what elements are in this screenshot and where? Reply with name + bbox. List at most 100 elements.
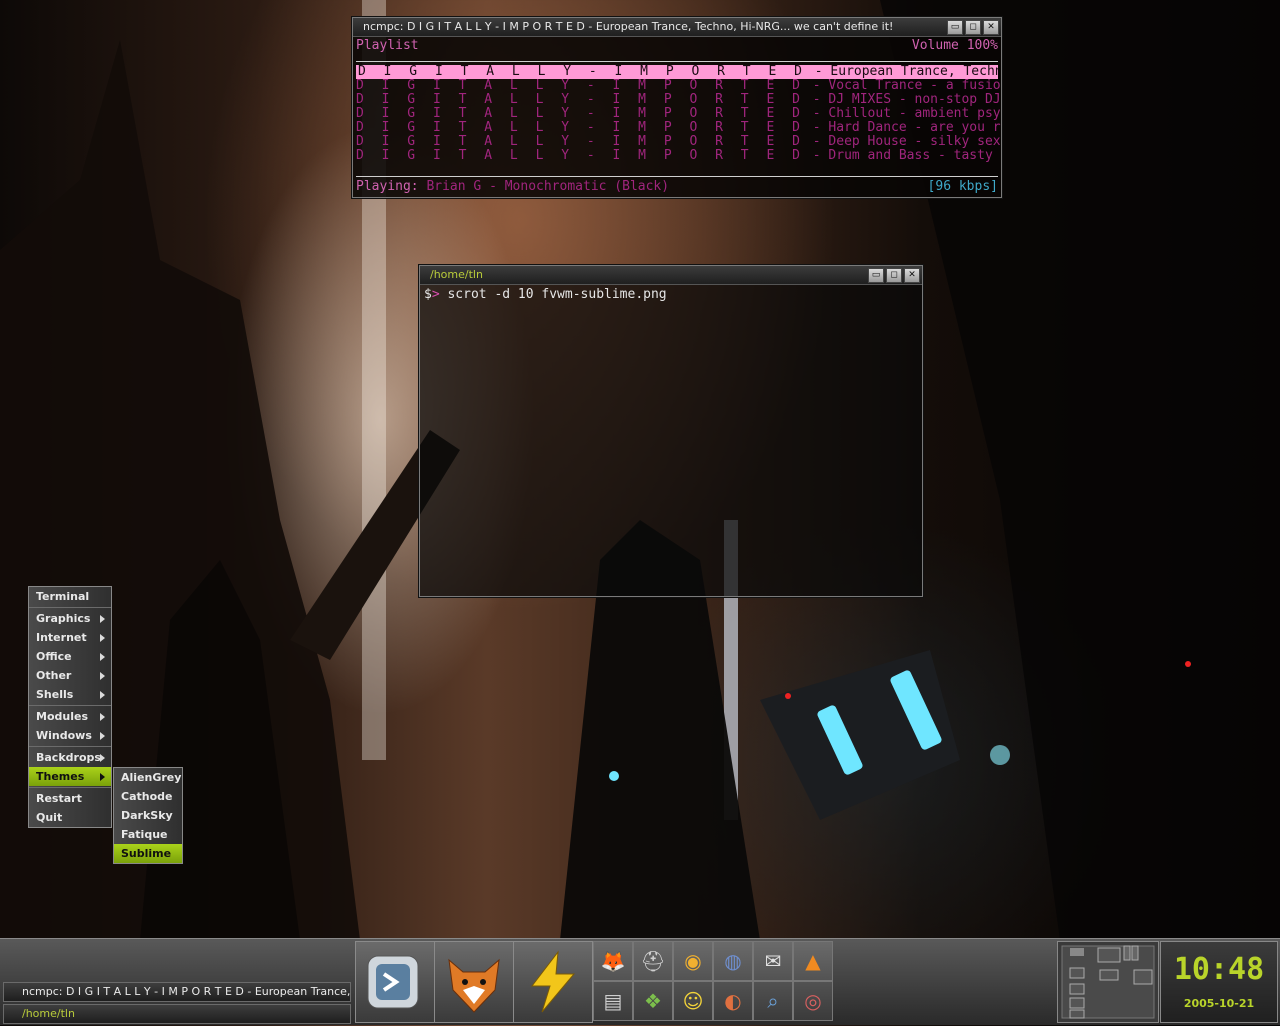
taskbar-item[interactable]: ncmpc: D I G I T A L L Y - I M P O R T E…: [3, 982, 351, 1002]
minimize-button[interactable]: ▭: [947, 20, 963, 35]
station-description: - European Trance, Techno, Hi-NRG... we …: [814, 65, 998, 79]
station-description: - Deep House - silky sexy deep house mus…: [812, 135, 1001, 149]
submenu-arrow-icon: [100, 773, 105, 781]
media-icon: ◉: [684, 949, 702, 973]
search-launcher[interactable]: ⌕: [753, 981, 793, 1021]
notes-launcher[interactable]: ▤: [593, 981, 633, 1021]
close-button[interactable]: ✕: [983, 20, 999, 35]
themes-submenu[interactable]: AlienGrey Cathode DarkSky Fatique Sublime: [113, 767, 183, 864]
audio-launcher[interactable]: ◐: [713, 981, 753, 1021]
terminal-titlebar[interactable]: /home/tln ▭ ◻ ✕: [420, 266, 922, 285]
menu-item-terminal[interactable]: Terminal: [29, 587, 111, 606]
station-description: - Drum and Bass - tasty assortment to sa…: [812, 149, 1001, 163]
minimize-button[interactable]: ▭: [868, 268, 884, 283]
station-name: D I G I T A L L Y - I M P O R T E D: [356, 135, 805, 149]
playlist-row[interactable]: D I G I T A L L Y - I M P O R T E D - De…: [353, 135, 1001, 149]
clock: 10:48 2005-10-21: [1160, 941, 1278, 1023]
terminal-content[interactable]: $> scrot -d 10 fvwm-sublime.png: [420, 285, 922, 304]
pager-map: [1061, 945, 1155, 1019]
firefox-launcher[interactable]: [434, 941, 514, 1023]
playlist-row[interactable]: D I G I T A L L Y - I M P O R T E D - Vo…: [353, 79, 1001, 93]
station-description: - Hard Dance - are you ready for this!: [812, 121, 1001, 135]
playing-track: Brian G - Monochromatic (Black): [426, 179, 670, 194]
station-description: - Chillout - ambient psy chillout, check…: [812, 107, 1001, 121]
menu-item-quit[interactable]: Quit: [29, 808, 111, 827]
menu-item-restart[interactable]: Restart: [29, 789, 111, 808]
station-name: D I G I T A L L Y - I M P O R T E D: [358, 65, 807, 79]
desktop-pager[interactable]: [1057, 941, 1159, 1023]
bitrate: [96 kbps]: [927, 179, 998, 194]
menu-item-modules[interactable]: Modules: [29, 707, 111, 726]
prompt-arrow: >: [431, 287, 440, 302]
submenu-arrow-icon: [100, 672, 105, 680]
menu-item-label: Backdrops: [36, 751, 101, 764]
submenu-arrow-icon: [100, 615, 105, 623]
lightning-launcher[interactable]: [513, 941, 593, 1023]
playlist-row[interactable]: D I G I T A L L Y - I M P O R T E D - Ch…: [353, 107, 1001, 121]
ncmpc-titlebar[interactable]: ncmpc: D I G I T A L L Y - I M P O R T E…: [353, 18, 1001, 37]
theme-item-aliengrey[interactable]: AlienGrey: [114, 768, 182, 787]
maximize-button[interactable]: ◻: [965, 20, 981, 35]
taskbar: ncmpc: D I G I T A L L Y - I M P O R T E…: [3, 982, 351, 1026]
vlc-launcher[interactable]: ▲: [793, 941, 833, 981]
menu-item-graphics[interactable]: Graphics: [29, 609, 111, 628]
terminal-launcher[interactable]: [355, 941, 435, 1023]
menu-item-internet[interactable]: Internet: [29, 628, 111, 647]
playlist-row[interactable]: D I G I T A L L Y - I M P O R T E D - Ha…: [353, 121, 1001, 135]
divider: [356, 61, 998, 62]
menu-item-label: Other: [36, 669, 72, 682]
scanner-launcher[interactable]: ⛑: [633, 941, 673, 981]
ncmpc-title: ncmpc: D I G I T A L L Y - I M P O R T E…: [363, 20, 894, 33]
submenu-arrow-icon: [100, 653, 105, 661]
gimp-launcher[interactable]: 🦊: [593, 941, 633, 981]
globe-launcher[interactable]: ◍: [713, 941, 753, 981]
command-text: scrot -d 10 fvwm-sublime.png: [447, 287, 667, 302]
face-icon: ☺: [682, 989, 704, 1013]
ncmpc-window[interactable]: ncmpc: D I G I T A L L Y - I M P O R T E…: [352, 17, 1002, 198]
menu-item-label: Internet: [36, 631, 87, 644]
menu-item-label: Office: [36, 650, 72, 663]
audio-icon: ◐: [724, 989, 742, 1013]
theme-item-cathode[interactable]: Cathode: [114, 787, 182, 806]
maximize-button[interactable]: ◻: [886, 268, 902, 283]
station-description: - DJ MIXES - non-stop DJ sets featuring …: [812, 93, 1001, 107]
root-menu[interactable]: Terminal Graphics Internet Office Other Shell…: [28, 586, 112, 828]
terminal-window[interactable]: /home/tln ▭ ◻ ✕ $> scrot -d 10 fvwm-subl…: [419, 265, 923, 597]
playlist-row[interactable]: D I G I T A L L Y - I M P O R T E D - Eu…: [356, 65, 998, 79]
files-icon: ❖: [644, 989, 662, 1013]
menu-item-label: Shells: [36, 688, 74, 701]
station-name: D I G I T A L L Y - I M P O R T E D: [356, 149, 805, 163]
menu-separator: [29, 746, 111, 747]
mail-launcher[interactable]: ✉: [753, 941, 793, 981]
scanner-icon: ⛑: [640, 949, 666, 973]
theme-item-fatique[interactable]: Fatique: [114, 825, 182, 844]
playlist-row[interactable]: D I G I T A L L Y - I M P O R T E D - Dr…: [353, 149, 1001, 163]
theme-item-sublime[interactable]: Sublime: [114, 844, 182, 863]
close-button[interactable]: ✕: [904, 268, 920, 283]
taskbar-item[interactable]: /home/tln: [3, 1004, 351, 1024]
station-name: D I G I T A L L Y - I M P O R T E D: [356, 121, 805, 135]
launcher-grid: 🦊 ⛑ ◉ ◍ ✉ ▲ ▤ ❖ ☺ ◐ ⌕ ◎: [593, 941, 833, 1021]
files-launcher[interactable]: ❖: [633, 981, 673, 1021]
cd-launcher[interactable]: ◎: [793, 981, 833, 1021]
playlist-heading: Playlist: [356, 38, 419, 53]
theme-item-darksky[interactable]: DarkSky: [114, 806, 182, 825]
playlist-row[interactable]: D I G I T A L L Y - I M P O R T E D - DJ…: [353, 93, 1001, 107]
gimp-icon: 🦊: [600, 949, 626, 973]
submenu-arrow-icon: [100, 634, 105, 642]
clock-date: 2005-10-21: [1183, 997, 1255, 1010]
menu-item-office[interactable]: Office: [29, 647, 111, 666]
menu-item-other[interactable]: Other: [29, 666, 111, 685]
bottom-panel: ncmpc: D I G I T A L L Y - I M P O R T E…: [0, 938, 1280, 1025]
media-launcher[interactable]: ◉: [673, 941, 713, 981]
station-description: - Vocal Trance - a fusion of trance, dan…: [812, 79, 1001, 93]
menu-item-label: Terminal: [36, 590, 90, 603]
menu-item-windows[interactable]: Windows: [29, 726, 111, 745]
menu-item-themes[interactable]: Themes: [29, 767, 111, 786]
menu-item-backdrops[interactable]: Backdrops: [29, 748, 111, 767]
menu-item-label: Graphics: [36, 612, 91, 625]
menu-separator: [29, 705, 111, 706]
menu-item-shells[interactable]: Shells: [29, 685, 111, 704]
search-icon: ⌕: [767, 989, 779, 1013]
face-launcher[interactable]: ☺: [673, 981, 713, 1021]
